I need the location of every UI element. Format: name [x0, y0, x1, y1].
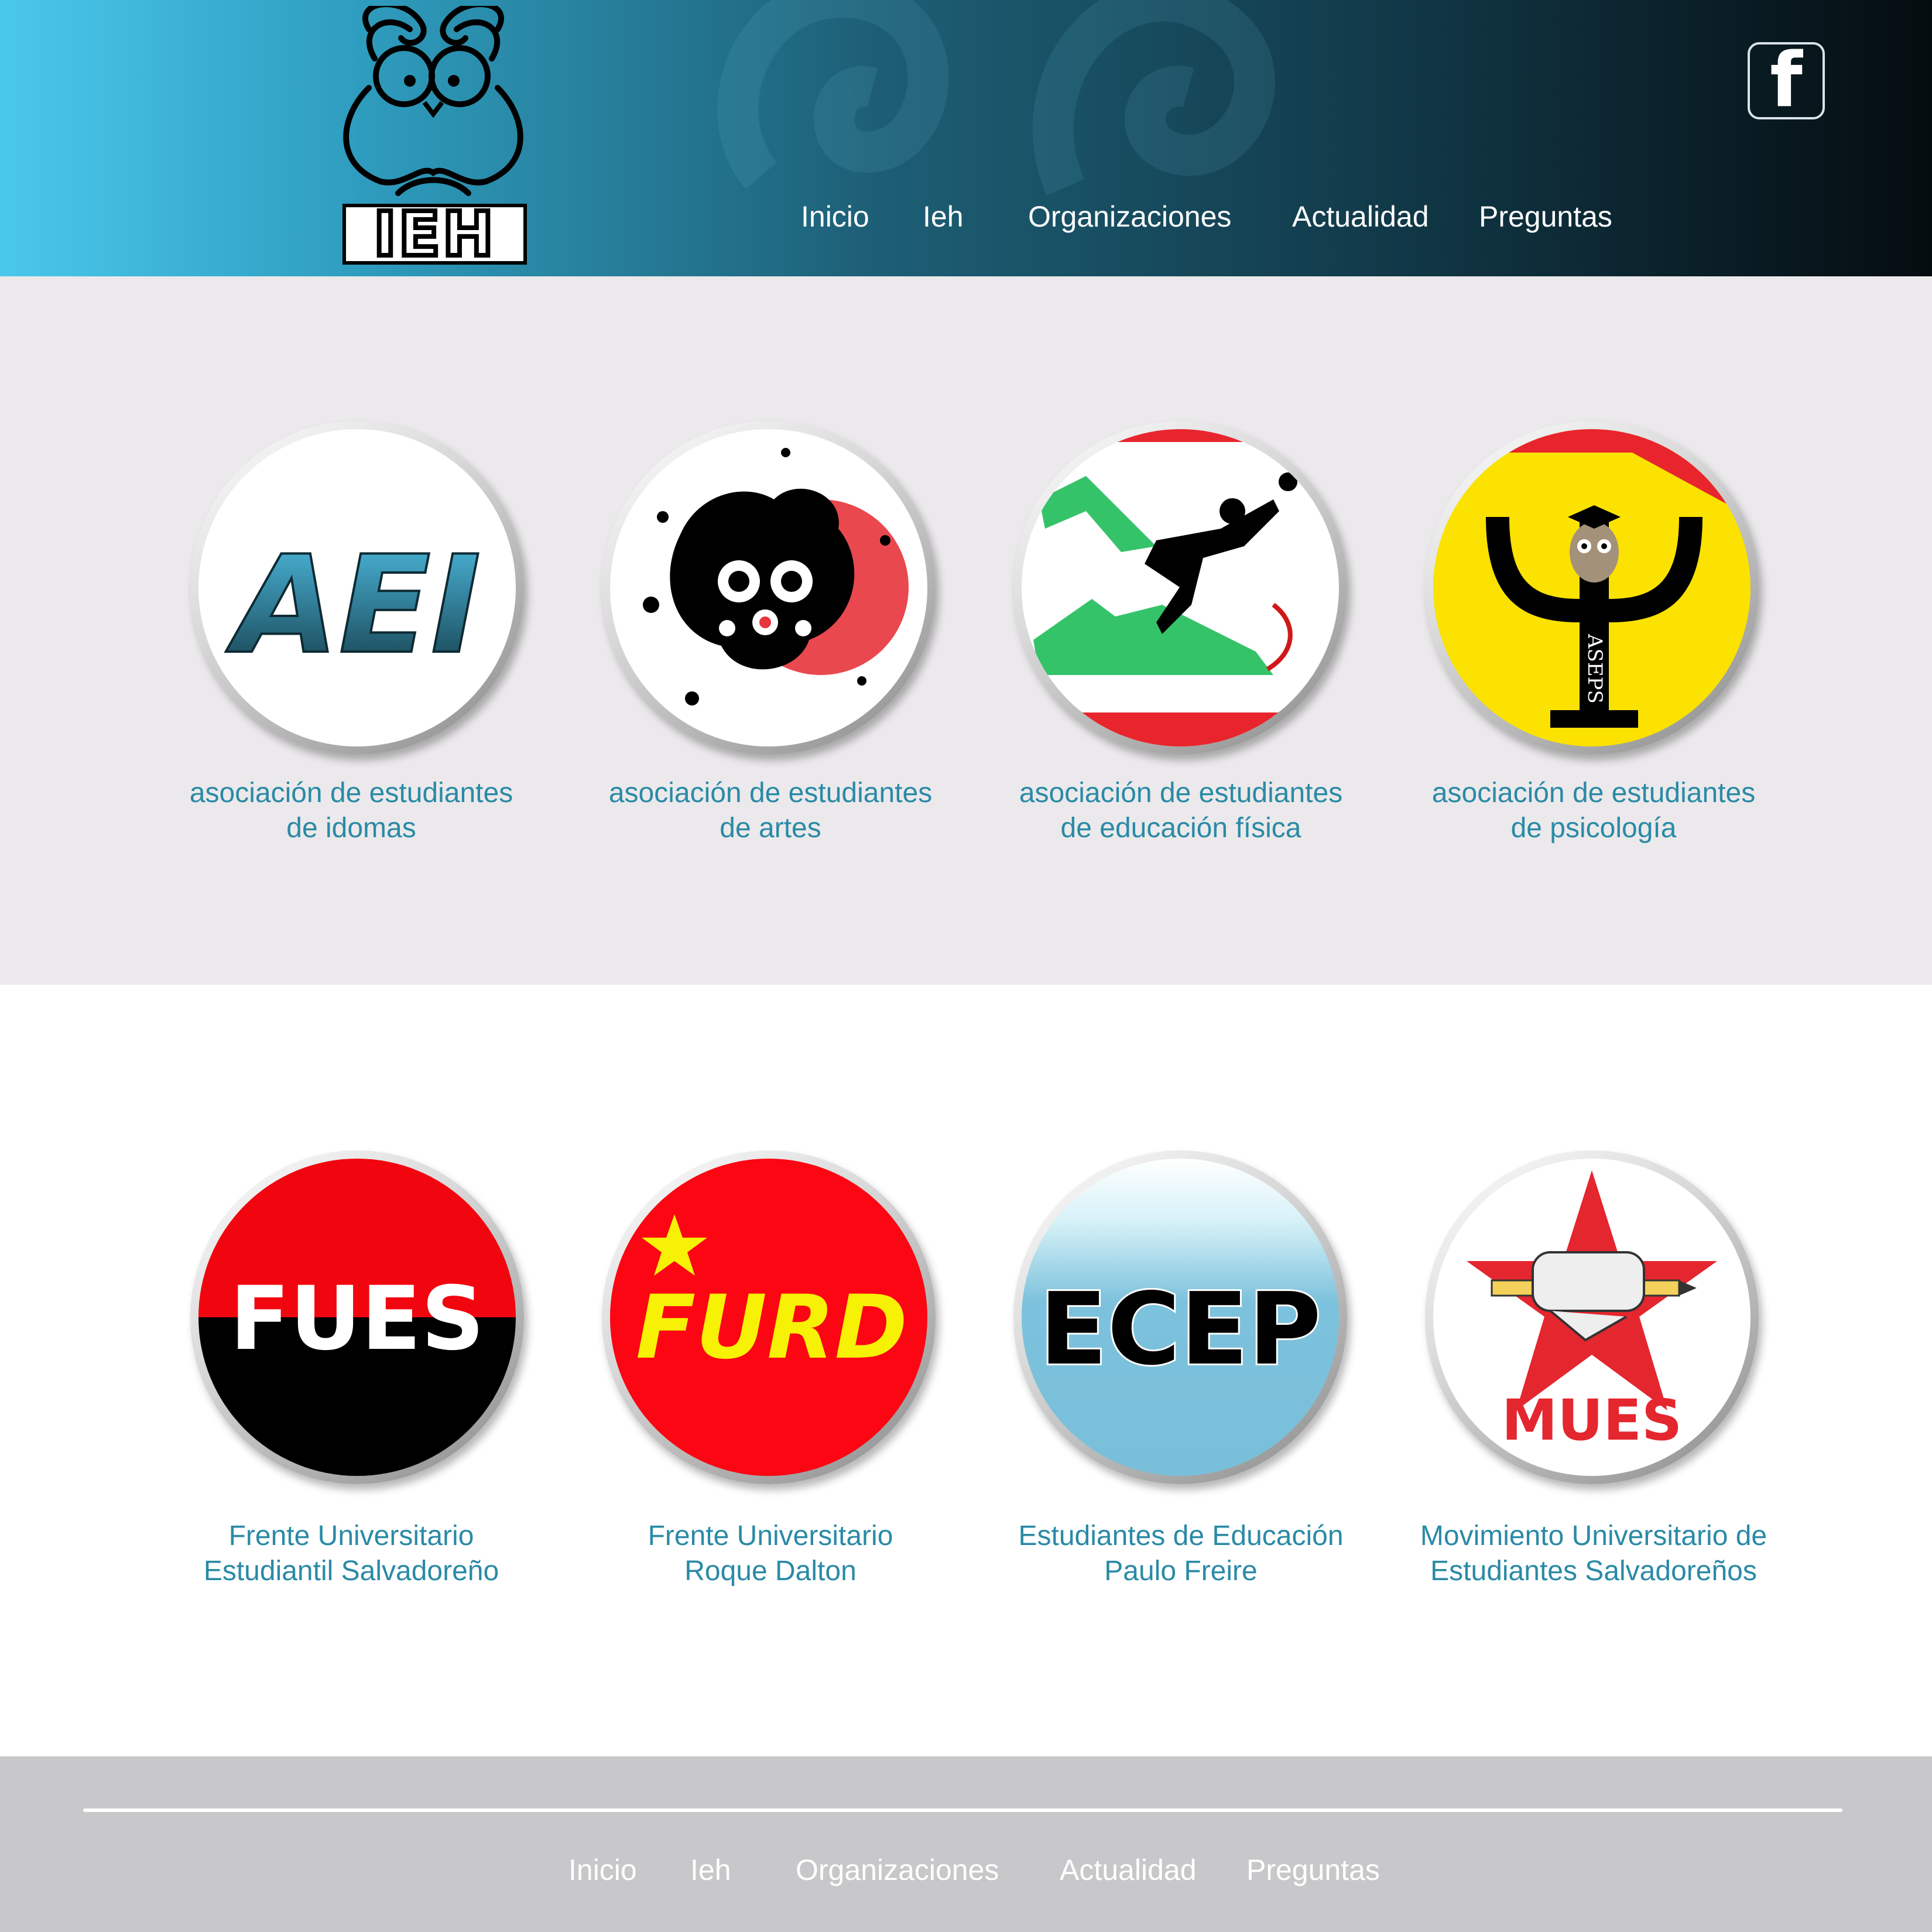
fues-badge-text: FUES: [230, 1268, 485, 1370]
nav-ieh[interactable]: Ieh: [923, 199, 964, 234]
nav-inicio[interactable]: Inicio: [801, 199, 869, 234]
aei-badge[interactable]: AEI: [190, 421, 524, 755]
footer-divider: [83, 1808, 1842, 1812]
mues-badge-text: MUES: [1502, 1388, 1682, 1453]
furd-badge[interactable]: FURD: [602, 1150, 936, 1484]
footer-nav-actualidad[interactable]: Actualidad: [1060, 1852, 1197, 1888]
mues-caption: Movimiento Universitario de Estudiantes …: [1420, 1520, 1767, 1587]
footer-nav-ieh[interactable]: Ieh: [690, 1852, 731, 1888]
site-footer: Inicio Ieh Organizaciones Actualidad Pre…: [0, 1756, 1932, 1932]
nav-preguntas[interactable]: Preguntas: [1479, 199, 1612, 234]
nav-actualidad[interactable]: Actualidad: [1292, 199, 1429, 234]
furd-badge-text: FURD: [636, 1277, 907, 1379]
ecep-badge-text: ECEP: [1039, 1272, 1321, 1388]
main-nav: Inicio Ieh Organizaciones Actualidad Pre…: [0, 199, 1932, 234]
educacion-fisica-caption: asociación de estudiantes de educación f…: [1019, 777, 1343, 844]
footer-nav-organizaciones[interactable]: Organizaciones: [796, 1852, 999, 1888]
aei-caption: asociación de estudiantes de idomas: [189, 777, 513, 844]
facebook-icon[interactable]: f: [1748, 42, 1825, 119]
footer-nav-preguntas[interactable]: Preguntas: [1246, 1852, 1380, 1888]
psicologia-caption: asociación de estudiantes de psicología: [1431, 777, 1756, 844]
associations-section: AEI asociación de estudiantes de idomas …: [0, 276, 1932, 985]
ecep-caption: Estudiantes de Educación Paulo Freire: [1018, 1520, 1344, 1587]
fues-caption: Frente Universitario Estudiantil Salvado…: [203, 1520, 499, 1587]
mues-badge[interactable]: MUES: [1425, 1150, 1759, 1484]
site-header: IEH f Inicio Ieh Organizaciones Actualid…: [0, 0, 1932, 276]
artes-caption: asociación de estudiantes de artes: [608, 777, 933, 844]
aei-badge-text: AEI: [226, 527, 481, 684]
aseps-badge-text: ASEPS: [1583, 633, 1606, 704]
footer-nav-inicio[interactable]: Inicio: [568, 1852, 637, 1888]
furd-caption: Frente Universitario Roque Dalton: [648, 1520, 893, 1587]
nav-organizaciones[interactable]: Organizaciones: [1028, 199, 1231, 234]
organizations-section: FUES Frente Universitario Estudiantil Sa…: [0, 985, 1932, 1756]
ecep-badge[interactable]: ECEP: [1013, 1150, 1347, 1484]
educacion-fisica-badge[interactable]: [1013, 421, 1347, 755]
artes-badge[interactable]: [602, 421, 936, 755]
fues-badge[interactable]: FUES: [190, 1150, 524, 1484]
psicologia-badge[interactable]: ASEPS: [1425, 421, 1759, 755]
